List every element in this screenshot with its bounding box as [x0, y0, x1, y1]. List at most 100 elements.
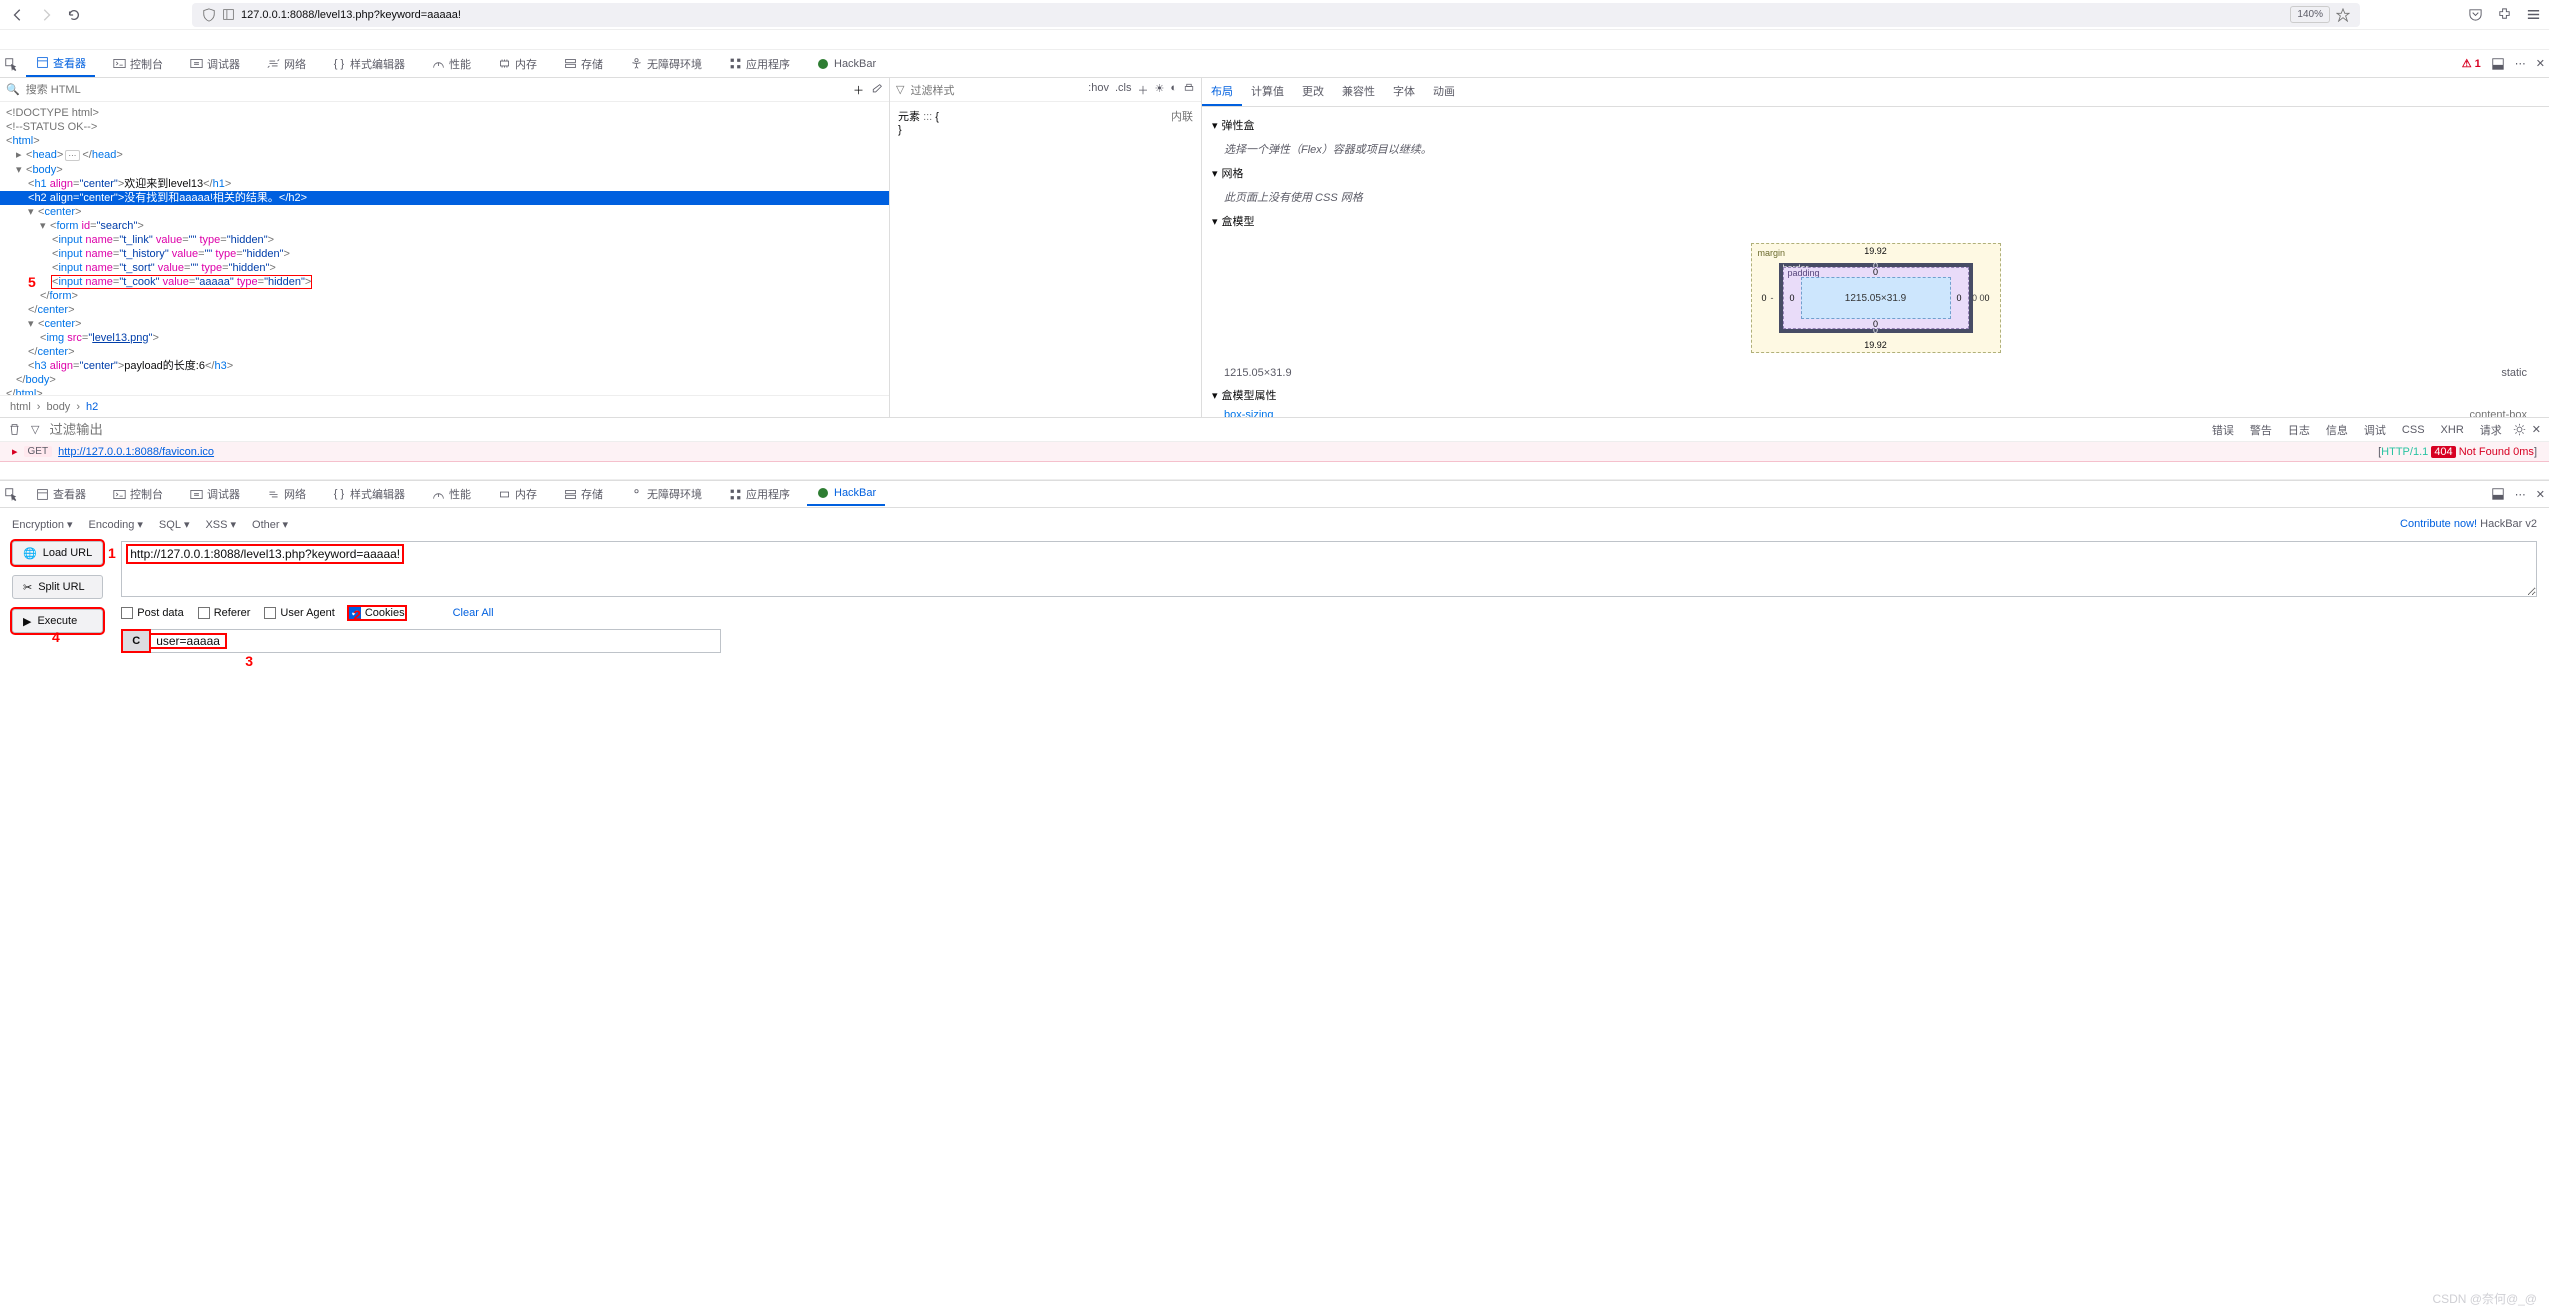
bookmark-star-icon[interactable]: [2336, 8, 2350, 22]
url-bar[interactable]: 127.0.0.1:8088/level13.php?keyword=aaaaa…: [192, 3, 2360, 27]
menu-icon[interactable]: [2526, 7, 2541, 22]
clear-all-link[interactable]: Clear All: [453, 607, 494, 619]
eyedropper-icon[interactable]: [870, 83, 883, 96]
zoom-level[interactable]: 140%: [2290, 6, 2330, 23]
highlighted-hidden-input[interactable]: <input name="t_cook" value="aaaaa" type=…: [52, 276, 311, 288]
tab-memory[interactable]: 内存: [488, 52, 546, 76]
tab-debugger[interactable]: 调试器: [180, 52, 249, 76]
selected-dom-node[interactable]: <h2 align="center">没有找到和aaaaa!相关的结果。</h2…: [0, 191, 889, 205]
tab-performance[interactable]: 性能: [422, 52, 480, 76]
dom-search-input[interactable]: [26, 84, 847, 96]
menu-xss[interactable]: XSS ▾: [205, 518, 236, 531]
tab-accessibility-lower[interactable]: 无障碍环境: [620, 482, 711, 506]
cookie-input[interactable]: user=aaaaa: [150, 634, 226, 648]
cat-warnings[interactable]: 警告: [2245, 420, 2277, 440]
network-icon: [266, 487, 280, 501]
grid-section-head[interactable]: ▾网格: [1212, 161, 2539, 185]
tab-inspector-lower[interactable]: 查看器: [26, 482, 95, 506]
cat-debug[interactable]: 调试: [2359, 420, 2391, 440]
add-rule-icon[interactable]: ＋: [1137, 82, 1148, 98]
check-postdata[interactable]: Post data: [121, 607, 183, 619]
inspect-picker-icon[interactable]: [4, 57, 18, 71]
boxmodel-section-head[interactable]: ▾盒模型: [1212, 209, 2539, 233]
add-node-icon[interactable]: ＋: [853, 82, 864, 98]
print-mode-icon[interactable]: [1183, 82, 1195, 98]
check-referer[interactable]: Referer: [198, 607, 251, 619]
pseudo-hov-button[interactable]: :hov: [1088, 82, 1109, 98]
back-button[interactable]: [8, 5, 28, 25]
cat-xhr[interactable]: XHR: [2436, 422, 2469, 438]
cookie-label: C: [122, 630, 150, 652]
tab-inspector[interactable]: 查看器: [26, 51, 95, 77]
tab-network[interactable]: 网络: [257, 52, 315, 76]
request-url-link[interactable]: http://127.0.0.1:8088/favicon.ico: [58, 446, 214, 458]
dock-icon[interactable]: [2491, 487, 2505, 501]
cat-css[interactable]: CSS: [2397, 422, 2430, 438]
hackbar-url-textarea[interactable]: http://127.0.0.1:8088/level13.php?keywor…: [121, 541, 2537, 597]
tab-memory-lower[interactable]: 内存: [488, 482, 546, 506]
breadcrumbs[interactable]: html› body› h2: [0, 395, 889, 417]
tab-performance-lower[interactable]: 性能: [422, 482, 480, 506]
check-useragent[interactable]: User Agent: [264, 607, 334, 619]
play-icon: ▶: [23, 615, 31, 628]
cat-logs[interactable]: 日志: [2283, 420, 2315, 440]
console-filter-input[interactable]: [49, 422, 249, 437]
tab-application-lower[interactable]: 应用程序: [719, 482, 799, 506]
bm-props-head[interactable]: ▾盒模型属性: [1212, 383, 2539, 407]
console-settings-icon[interactable]: [2513, 423, 2526, 436]
hackbar-checkbox-row: Post data Referer User Agent ✔Cookies Cl…: [121, 607, 2537, 619]
layout-tab-changes[interactable]: 更改: [1293, 78, 1333, 106]
layout-tab-compat[interactable]: 兼容性: [1333, 78, 1384, 106]
split-url-button[interactable]: ✂Split URL: [12, 575, 103, 599]
menu-sql[interactable]: SQL ▾: [159, 518, 190, 531]
close-devtools-icon[interactable]: ✕: [2536, 488, 2545, 501]
console-request-row[interactable]: ▸ GET http://127.0.0.1:8088/favicon.ico …: [0, 442, 2549, 462]
storage-icon: [563, 487, 577, 501]
menu-encryption[interactable]: Encryption ▾: [12, 518, 73, 531]
tab-styleeditor[interactable]: { }样式编辑器: [323, 52, 414, 76]
light-mode-icon[interactable]: ☀: [1154, 82, 1164, 98]
annotation-3: 3: [245, 653, 253, 669]
pocket-icon[interactable]: [2468, 7, 2483, 22]
tab-styleeditor-lower[interactable]: { }样式编辑器: [323, 482, 414, 506]
dark-mode-icon[interactable]: ◐: [1170, 82, 1177, 98]
close-devtools-icon[interactable]: ✕: [2536, 57, 2545, 70]
tab-network-lower[interactable]: 网络: [257, 482, 315, 506]
cat-requests[interactable]: 请求: [2475, 420, 2507, 440]
tab-storage-lower[interactable]: 存储: [554, 482, 612, 506]
contribute-link[interactable]: Contribute now!: [2400, 518, 2477, 530]
reload-button[interactable]: [64, 5, 84, 25]
cat-errors[interactable]: 错误: [2207, 420, 2239, 440]
tab-accessibility[interactable]: 无障碍环境: [620, 52, 711, 76]
trash-icon[interactable]: [8, 423, 21, 436]
console-close-icon[interactable]: ✕: [2532, 423, 2541, 436]
extensions-icon[interactable]: [2497, 7, 2512, 22]
forward-button[interactable]: [36, 5, 56, 25]
toolbar-separator: [0, 30, 2549, 50]
pseudo-cls-button[interactable]: .cls: [1115, 82, 1132, 98]
tab-console-lower[interactable]: 控制台: [103, 482, 172, 506]
styles-filter-placeholder[interactable]: 过滤样式: [910, 82, 954, 98]
menu-encoding[interactable]: Encoding ▾: [89, 518, 143, 531]
tab-hackbar-upper[interactable]: HackBar: [807, 53, 885, 75]
flexbox-section-head[interactable]: ▾弹性盒: [1212, 113, 2539, 137]
layout-tab-animations[interactable]: 动画: [1424, 78, 1464, 106]
tab-label: 内存: [515, 56, 537, 72]
load-url-button[interactable]: 🌐Load URL: [12, 541, 103, 565]
dock-icon[interactable]: [2491, 57, 2505, 71]
layout-tab-computed[interactable]: 计算值: [1242, 78, 1293, 106]
tab-storage[interactable]: 存储: [554, 52, 612, 76]
tab-debugger-lower[interactable]: 调试器: [180, 482, 249, 506]
layout-tab-fonts[interactable]: 字体: [1384, 78, 1424, 106]
overflow-icon[interactable]: ⋯: [2515, 57, 2526, 70]
inspect-picker-icon[interactable]: [4, 487, 18, 501]
tab-hackbar-lower[interactable]: HackBar: [807, 482, 885, 506]
cat-info[interactable]: 信息: [2321, 420, 2353, 440]
tab-console[interactable]: 控制台: [103, 52, 172, 76]
dom-tree[interactable]: <!DOCTYPE html> <!--STATUS OK--> <html> …: [0, 102, 889, 395]
overflow-icon[interactable]: ⋯: [2515, 488, 2526, 501]
error-indicator[interactable]: ⚠ 1: [2462, 57, 2481, 70]
menu-other[interactable]: Other ▾: [252, 518, 288, 531]
layout-tab-layout[interactable]: 布局: [1202, 78, 1242, 106]
tab-application[interactable]: 应用程序: [719, 52, 799, 76]
